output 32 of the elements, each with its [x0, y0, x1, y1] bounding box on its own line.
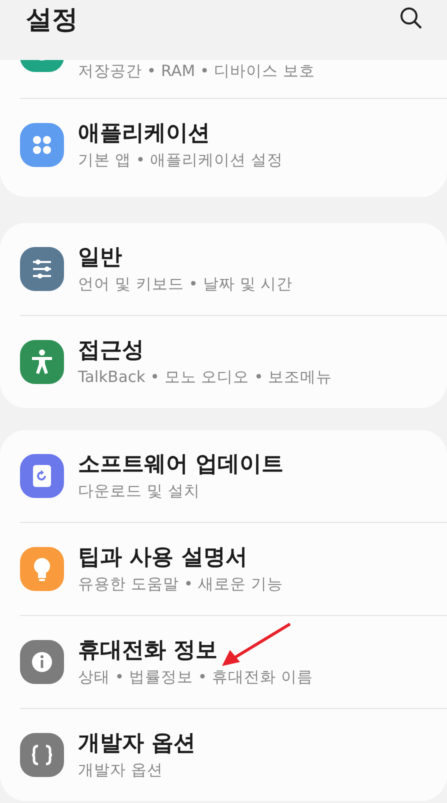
item-subtitle: 언어 및 키보드 • 날짜 및 시간 — [78, 274, 293, 295]
settings-item[interactable]: 일반 언어 및 키보드 • 날짜 및 시간 — [20, 223, 447, 315]
item-subtitle: 개발자 옵션 — [78, 760, 164, 781]
apps-icon — [20, 123, 64, 167]
item-title: 휴대전화 정보 — [78, 637, 219, 665]
item-subtitle: TalkBack • 모노 오디오 • 보조메뉴 — [78, 367, 332, 388]
item-subtitle: 저장공간 • RAM • 디바이스 보호 — [78, 61, 316, 82]
item-title: 소프트웨어 업데이트 — [78, 451, 284, 479]
item-subtitle: 다운로드 및 설치 — [78, 481, 201, 502]
sliders-icon — [20, 247, 64, 291]
settings-item[interactable]: 휴대전화 정보 상태 • 법률정보 • 휴대전화 이름 — [20, 615, 447, 708]
settings-item[interactable]: 애플리케이션 기본 앱 • 애플리케이션 설정 — [20, 98, 447, 191]
search-icon[interactable] — [399, 6, 423, 30]
item-title: 애플리케이션 — [78, 120, 211, 148]
settings-item[interactable]: 개발자 옵션 개발자 옵션 — [20, 708, 447, 801]
item-subtitle: 상태 • 법률정보 • 휴대전화 이름 — [78, 667, 313, 688]
item-subtitle: 기본 앱 • 애플리케이션 설정 — [78, 150, 283, 171]
settings-item[interactable]: 팁과 사용 설명서 유용한 도움말 • 새로운 기능 — [20, 522, 447, 615]
braces-icon — [20, 733, 64, 777]
lightbulb-icon — [20, 547, 64, 591]
item-title: 개발자 옵션 — [78, 730, 196, 758]
settings-item[interactable]: 접근성 TalkBack • 모노 오디오 • 보조메뉴 — [20, 315, 447, 408]
item-title: 일반 — [78, 244, 123, 272]
update-icon — [20, 454, 64, 498]
settings-item[interactable]: 소프트웨어 업데이트 다운로드 및 설치 — [20, 430, 447, 522]
item-title: 접근성 — [78, 337, 145, 365]
page-title: 설정 — [26, 4, 78, 37]
settings-item[interactable]: 저장공간 • RAM • 디바이스 보호 — [20, 60, 447, 98]
accessibility-icon — [20, 340, 64, 384]
item-subtitle: 유용한 도움말 • 새로운 기능 — [78, 574, 283, 595]
info-icon — [20, 640, 64, 684]
item-title: 팁과 사용 설명서 — [78, 544, 248, 572]
